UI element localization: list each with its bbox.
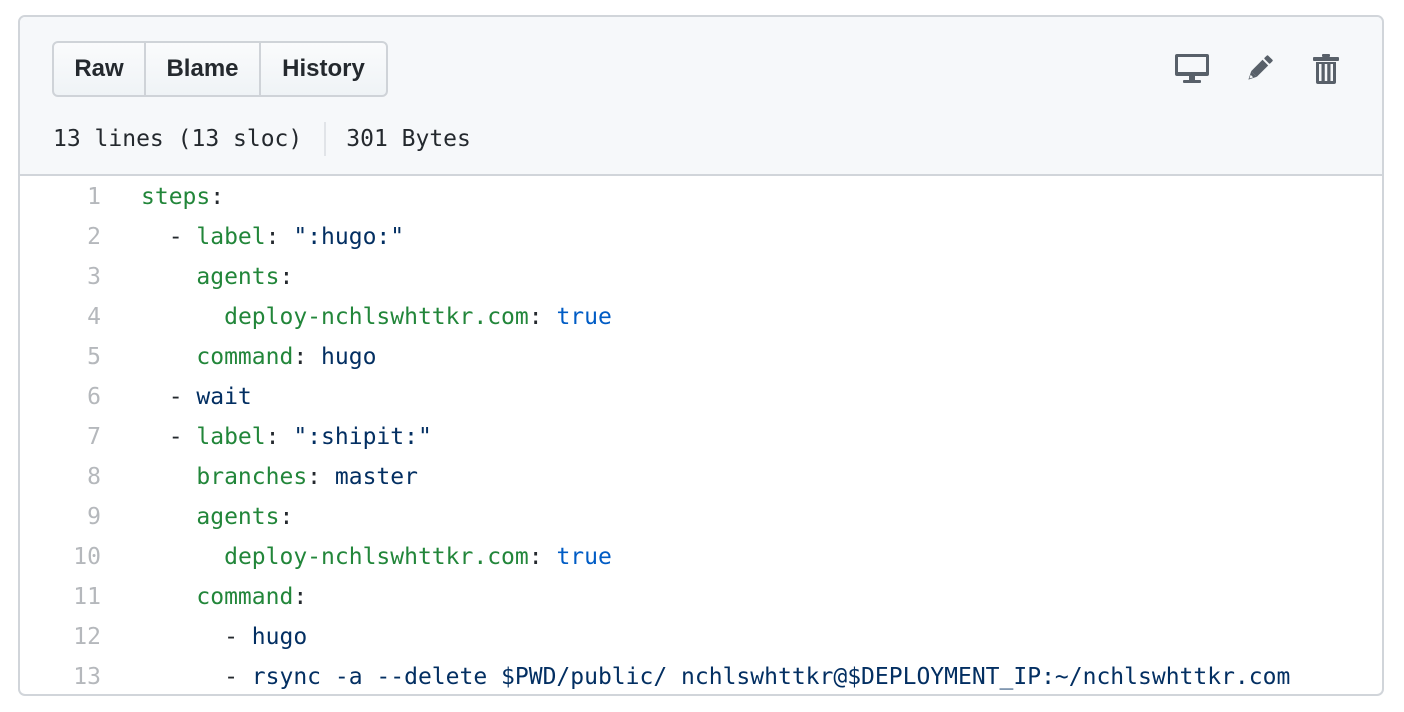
- yaml-punctuation: :: [279, 264, 294, 290]
- yaml-value: ":shipit:": [293, 424, 432, 450]
- yaml-boolean: true: [556, 304, 612, 330]
- blame-button[interactable]: Blame: [144, 43, 259, 95]
- yaml-punctuation: :: [528, 544, 557, 570]
- line-number[interactable]: 1: [20, 184, 101, 210]
- code-line: 6 - wait: [20, 377, 1382, 417]
- trash-icon[interactable]: [1308, 51, 1344, 87]
- yaml-punctuation: :: [293, 584, 308, 610]
- line-content: command:: [101, 584, 307, 610]
- line-content: agents:: [101, 504, 293, 530]
- yaml-punctuation: -: [141, 424, 197, 450]
- yaml-punctuation: :: [210, 184, 225, 210]
- file-size: 301 Bytes: [346, 126, 471, 152]
- yaml-key: deploy-nchlswhttkr.com: [224, 544, 529, 570]
- line-count: 13 lines (13 sloc): [53, 126, 303, 152]
- code-line: 13 - rsync -a --delete $PWD/public/ nchl…: [20, 657, 1382, 694]
- line-number[interactable]: 10: [20, 544, 101, 570]
- line-number[interactable]: 2: [20, 224, 101, 250]
- yaml-punctuation: [141, 344, 196, 370]
- yaml-punctuation: :: [279, 504, 294, 530]
- yaml-punctuation: :: [265, 224, 294, 250]
- yaml-punctuation: [141, 504, 196, 530]
- code-line: 1 steps:: [20, 177, 1382, 217]
- yaml-key: command: [196, 584, 294, 610]
- yaml-boolean: true: [556, 544, 612, 570]
- yaml-value: ":hugo:": [293, 224, 405, 250]
- raw-button[interactable]: Raw: [54, 43, 144, 95]
- desktop-icon[interactable]: [1174, 51, 1210, 87]
- yaml-punctuation: [141, 544, 224, 570]
- line-content: - hugo: [101, 624, 307, 650]
- yaml-punctuation: :: [265, 424, 294, 450]
- yaml-punctuation: [141, 304, 224, 330]
- line-content: steps:: [101, 184, 224, 210]
- line-content: deploy-nchlswhttkr.com: true: [101, 304, 612, 330]
- line-content: - label: ":hugo:": [101, 224, 404, 250]
- yaml-punctuation: [141, 464, 196, 490]
- yaml-punctuation: :: [528, 304, 557, 330]
- line-number[interactable]: 11: [20, 584, 101, 610]
- yaml-key: label: [196, 424, 266, 450]
- line-number[interactable]: 5: [20, 344, 101, 370]
- yaml-key: agents: [196, 504, 280, 530]
- yaml-key: steps: [141, 184, 211, 210]
- code-line: 2 - label: ":hugo:": [20, 217, 1382, 257]
- code-line: 11 command:: [20, 577, 1382, 617]
- code-line: 3 agents:: [20, 257, 1382, 297]
- code-line: 5 command: hugo: [20, 337, 1382, 377]
- line-number[interactable]: 6: [20, 384, 101, 410]
- line-number[interactable]: 4: [20, 304, 101, 330]
- line-content: - wait: [101, 384, 252, 410]
- yaml-punctuation: [141, 584, 196, 610]
- code-line: 7 - label: ":shipit:": [20, 417, 1382, 457]
- code-blob: 1 steps: 2 - label: ":hugo:" 3 agents: 4 dep…: [20, 176, 1382, 694]
- code-line: 4 deploy-nchlswhttkr.com: true: [20, 297, 1382, 337]
- pencil-icon[interactable]: [1241, 51, 1277, 87]
- history-button[interactable]: History: [259, 43, 386, 95]
- yaml-key: branches: [196, 464, 308, 490]
- code-line: 9 agents:: [20, 497, 1382, 537]
- yaml-punctuation: :: [307, 464, 335, 490]
- yaml-key: command: [196, 344, 294, 370]
- line-number[interactable]: 12: [20, 624, 101, 650]
- line-content: - label: ":shipit:": [101, 424, 432, 450]
- line-number[interactable]: 8: [20, 464, 101, 490]
- file-info: 13 lines (13 sloc) 301 Bytes: [53, 121, 471, 157]
- code-line: 8 branches: master: [20, 457, 1382, 497]
- yaml-value: wait: [196, 384, 252, 410]
- line-number[interactable]: 13: [20, 664, 101, 690]
- yaml-value: hugo: [321, 344, 377, 370]
- file-viewer: Raw Blame History 13 lines (13 sloc) 301…: [18, 15, 1384, 696]
- code-line: 10 deploy-nchlswhttkr.com: true: [20, 537, 1382, 577]
- yaml-value: master: [334, 464, 418, 490]
- file-actions: [1143, 51, 1344, 87]
- line-content: - rsync -a --delete $PWD/public/ nchlswh…: [101, 664, 1290, 690]
- code-line: 12 - hugo: [20, 617, 1382, 657]
- yaml-key: deploy-nchlswhttkr.com: [224, 304, 529, 330]
- line-number[interactable]: 3: [20, 264, 101, 290]
- yaml-punctuation: -: [141, 384, 197, 410]
- line-content: command: hugo: [101, 344, 376, 370]
- line-content: branches: master: [101, 464, 418, 490]
- file-header: Raw Blame History 13 lines (13 sloc) 301…: [20, 17, 1382, 176]
- line-content: agents:: [101, 264, 293, 290]
- yaml-punctuation: -: [141, 224, 197, 250]
- yaml-key: label: [196, 224, 266, 250]
- file-info-divider: [324, 122, 327, 156]
- yaml-value: rsync -a --delete $PWD/public/ nchlswhtt…: [251, 664, 1291, 690]
- file-view-button-group: Raw Blame History: [52, 41, 388, 97]
- line-number[interactable]: 7: [20, 424, 101, 450]
- yaml-key: agents: [196, 264, 280, 290]
- line-number[interactable]: 9: [20, 504, 101, 530]
- yaml-value: hugo: [251, 624, 308, 650]
- yaml-punctuation: -: [141, 664, 252, 690]
- yaml-punctuation: :: [293, 344, 322, 370]
- yaml-punctuation: -: [141, 624, 252, 650]
- yaml-punctuation: [141, 264, 196, 290]
- line-content: deploy-nchlswhttkr.com: true: [101, 544, 612, 570]
